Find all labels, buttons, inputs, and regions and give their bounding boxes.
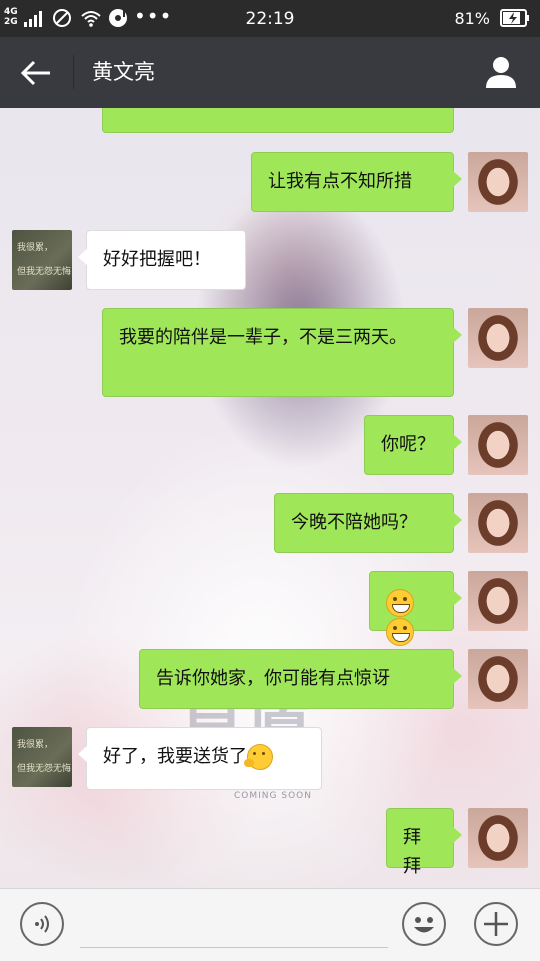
message-text: 我要的陪伴是一辈子，不是三两天。 [119, 327, 407, 348]
message-input[interactable] [80, 947, 388, 948]
header-divider [73, 55, 74, 89]
my-avatar[interactable] [468, 152, 528, 212]
chat-header: 黄文亮 [0, 37, 540, 108]
grinning-emoji-icon [386, 589, 414, 617]
contact-profile-icon[interactable] [484, 55, 518, 89]
contact-avatar[interactable]: 我很累， 但我无怨无悔 [12, 230, 72, 290]
message-bubble[interactable]: 好了，我要送货了 [78, 727, 322, 790]
message-text: 好了，我要送货了 [103, 746, 247, 767]
message-text: 让我有点不知所措 [268, 171, 412, 192]
message-bubble[interactable]: 让我有点不知所措 [251, 152, 462, 212]
message-bubble[interactable]: 拜拜 [386, 808, 462, 877]
message-bubble[interactable]: 告诉你她家，你可能有点惊讶 [139, 649, 462, 709]
background-coming-soon: COMING SOON [234, 791, 312, 801]
my-avatar[interactable] [468, 571, 528, 631]
voice-button[interactable] [20, 902, 64, 946]
plus-icon [484, 912, 508, 936]
chat-title: 黄文亮 [92, 60, 155, 84]
message-bubble[interactable]: 好好把握吧！ [78, 230, 246, 290]
previous-message-bubble[interactable] [102, 108, 454, 133]
smiley-icon [414, 917, 434, 933]
more-options-button[interactable] [474, 902, 518, 946]
my-avatar[interactable] [468, 308, 528, 368]
avatar-text-line2: 但我无怨无悔 [17, 764, 72, 774]
message-text: 拜拜 [403, 827, 421, 877]
message-bubble[interactable]: 我要的陪伴是一辈子，不是三两天。 [102, 308, 462, 397]
message-text: 今晚不陪她吗？ [291, 512, 417, 533]
my-avatar[interactable] [468, 493, 528, 553]
thinking-emoji-icon [244, 744, 273, 770]
message-text: 你呢？ [381, 434, 435, 455]
message-bubble[interactable]: 😁😁 [369, 571, 462, 646]
battery-charging-icon [500, 9, 529, 27]
battery-percent: 81% [454, 9, 490, 28]
message-text: 告诉你她家，你可能有点惊讶 [156, 668, 390, 689]
grinning-emoji-icon [386, 618, 414, 646]
chat-area[interactable]: 星愿 COMING SOON 让我有点不知所措 我很累， 但我无怨无悔 好好把握… [0, 108, 540, 888]
avatar-text-line2: 但我无怨无悔 [17, 267, 72, 277]
back-arrow-icon[interactable] [20, 59, 54, 87]
my-avatar[interactable] [468, 649, 528, 709]
avatar-text-line1: 我很累， [17, 243, 54, 253]
input-bar [0, 888, 540, 961]
avatar-text-line1: 我很累， [17, 740, 54, 750]
my-avatar[interactable] [468, 808, 528, 868]
message-bubble[interactable]: 你呢？ [364, 415, 462, 475]
message-bubble[interactable]: 今晚不陪她吗？ [274, 493, 462, 553]
status-bar: 4G 2G ••• 22:19 81% [0, 0, 540, 37]
emoji-button[interactable] [402, 902, 446, 946]
contact-avatar[interactable]: 我很累， 但我无怨无悔 [12, 727, 72, 787]
my-avatar[interactable] [468, 415, 528, 475]
message-text: 好好把握吧！ [103, 249, 211, 270]
voice-icon [35, 915, 49, 933]
